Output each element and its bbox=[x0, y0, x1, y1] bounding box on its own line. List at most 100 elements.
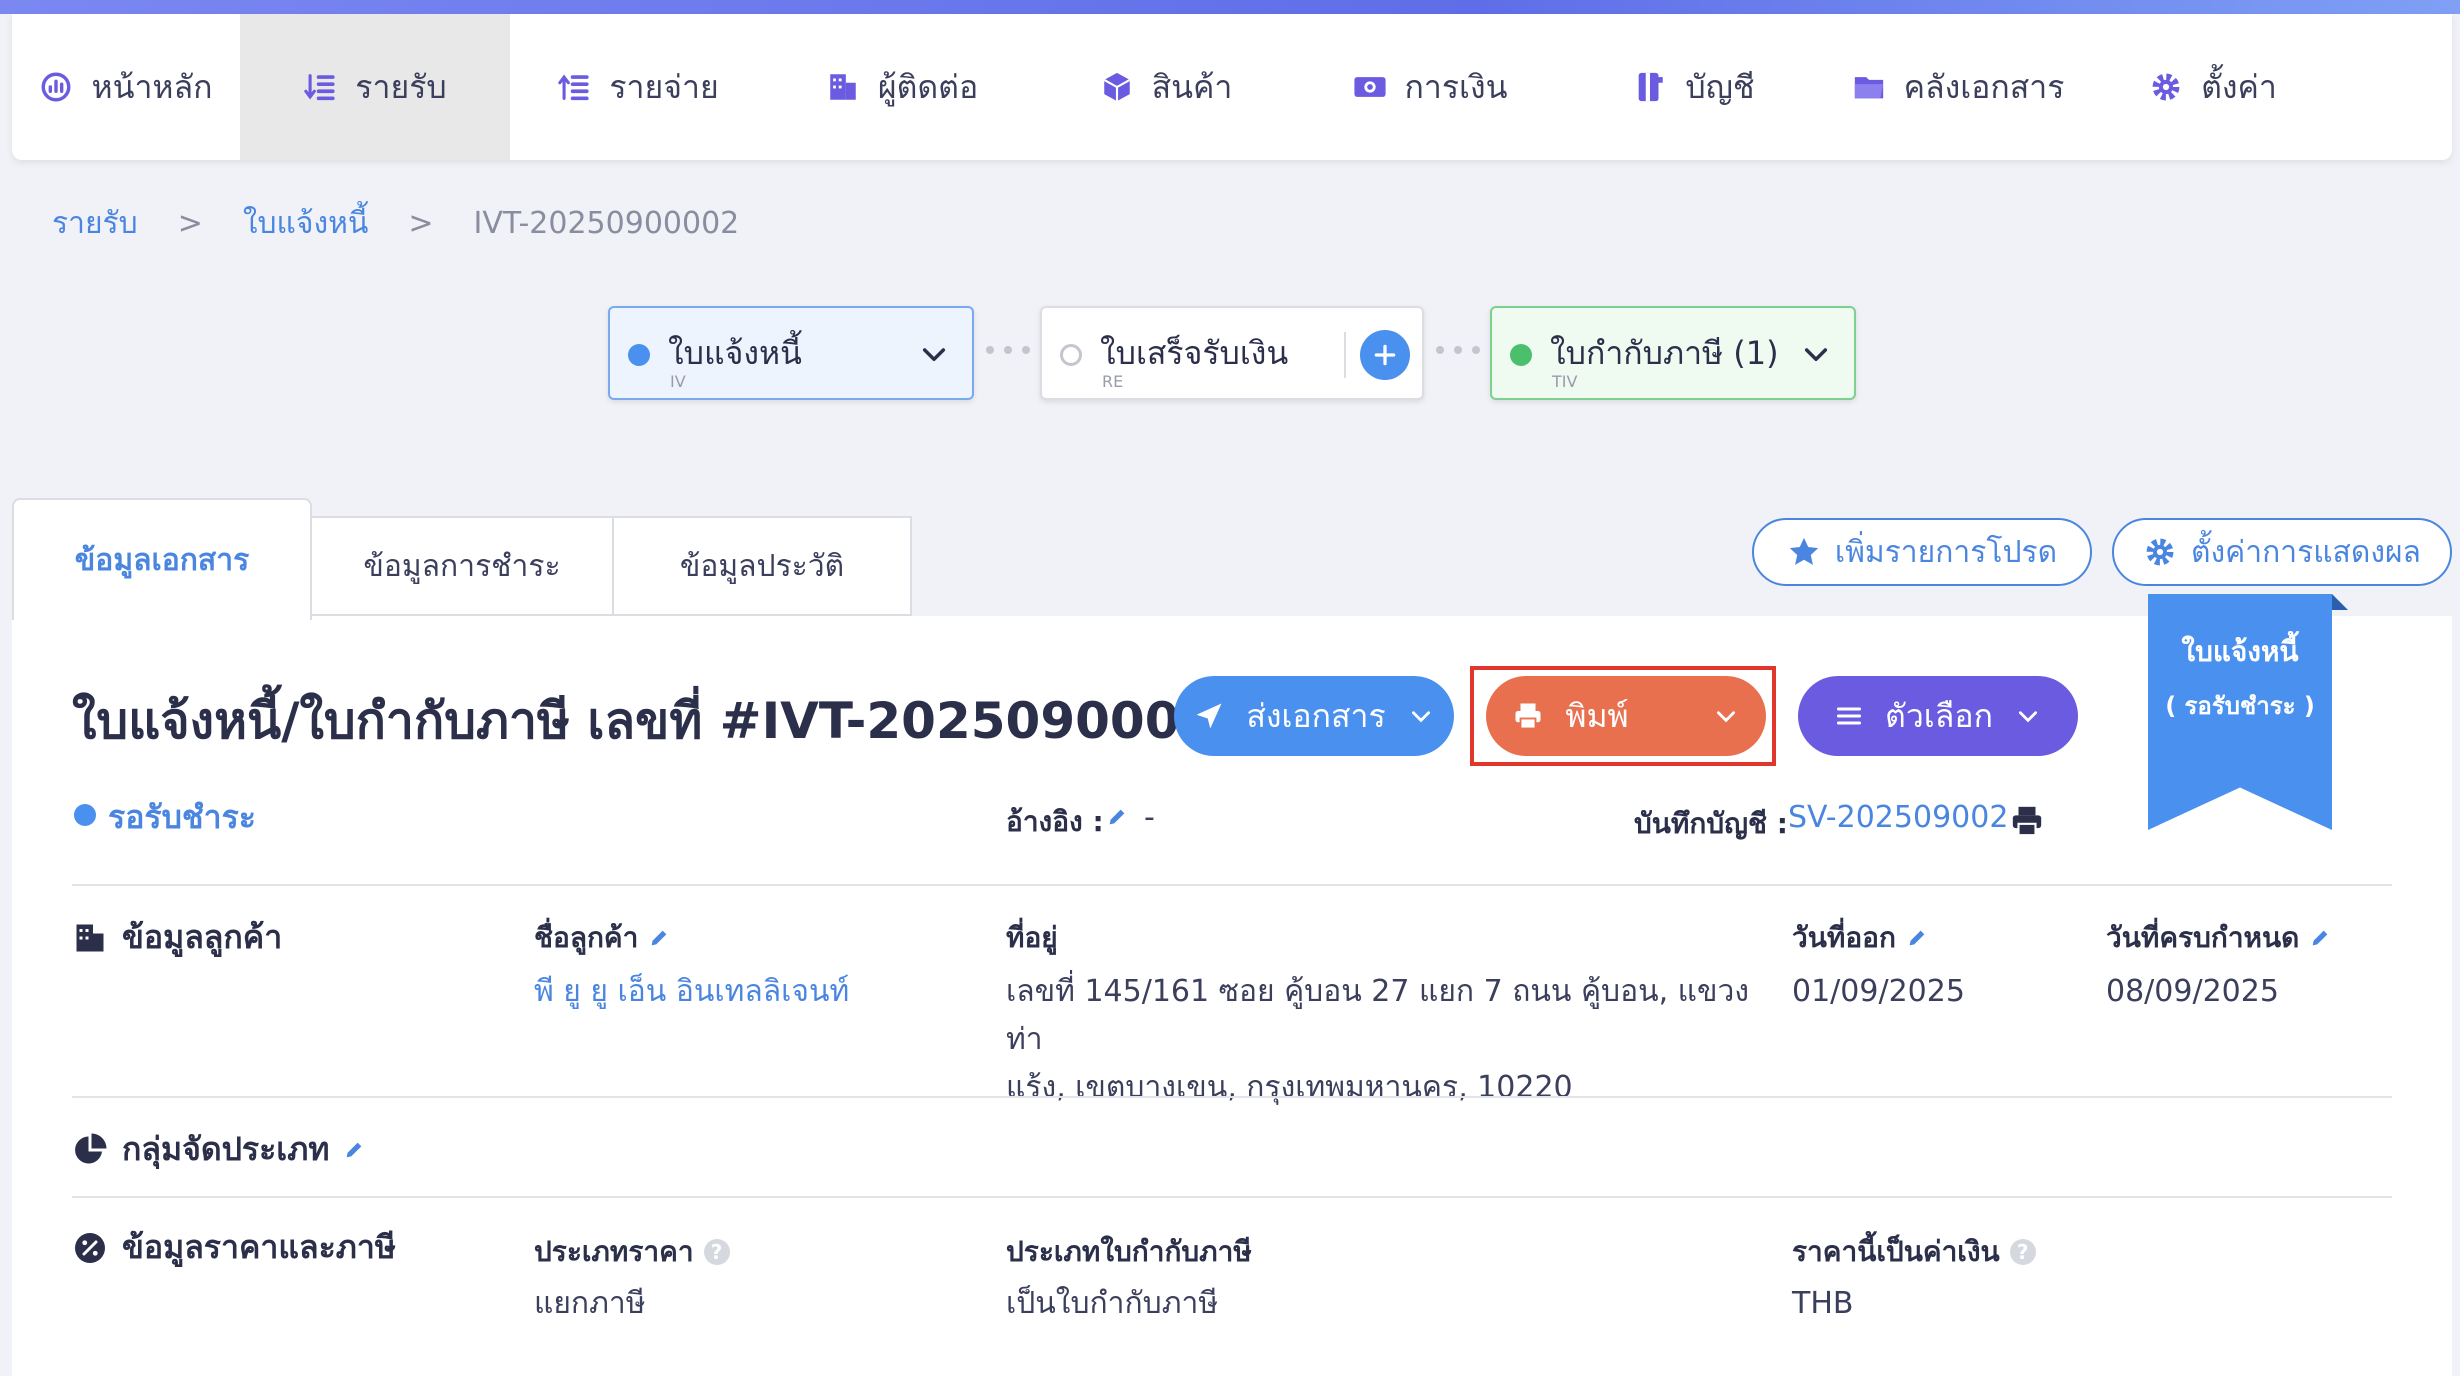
edit-pencil-icon[interactable] bbox=[648, 927, 670, 949]
flow-step-tax-invoice[interactable]: ใบกำกับภาษี (1) TIV bbox=[1490, 306, 1856, 400]
breadcrumb-invoice[interactable]: ใบแจ้งหนี้ bbox=[243, 200, 369, 247]
building-icon bbox=[76, 924, 104, 951]
customer-name-label-text: ชื่อลูกค้า bbox=[534, 921, 639, 954]
step-dot bbox=[1510, 344, 1532, 366]
add-receipt-button[interactable] bbox=[1360, 330, 1410, 380]
customer-name-label: ชื่อลูกค้า bbox=[534, 916, 670, 960]
nav-item-income[interactable]: รายรับ bbox=[240, 14, 510, 160]
ribbon-doc-type: ใบแจ้งหนี้ bbox=[2181, 635, 2299, 668]
flow-connector bbox=[1436, 346, 1480, 354]
currency-value: THB bbox=[1792, 1286, 1854, 1321]
nav-item-accounting[interactable]: บัญชี bbox=[1566, 14, 1822, 160]
tab-document-info[interactable]: ข้อมูลเอกสาร bbox=[12, 498, 312, 620]
journal-link[interactable]: SV-202509002 bbox=[1788, 800, 2008, 835]
due-date-value: 08/09/2025 bbox=[2106, 974, 2279, 1009]
edit-pencil-icon[interactable] bbox=[2309, 927, 2331, 949]
nav-item-finance[interactable]: การเงิน bbox=[1294, 14, 1566, 160]
nav-item-settings[interactable]: ตั้งค่า bbox=[2094, 14, 2332, 160]
tax-invoice-type-value: เป็นใบกำกับภาษี bbox=[1006, 1286, 1219, 1321]
expense-icon bbox=[558, 74, 589, 101]
category-section-title: กลุ่มจัดประเภท bbox=[72, 1124, 365, 1175]
divider bbox=[72, 1096, 2392, 1098]
address-line-2: แร้ง, เขตบางเขน, กรุงเทพมหานคร, 10220 bbox=[1006, 1070, 1573, 1105]
customer-address: เลขที่ 145/161 ซอย คู้บอน 27 แยก 7 ถนน ค… bbox=[1006, 968, 1766, 1112]
price-type-label: ประเภทราคา ? bbox=[534, 1230, 730, 1274]
send-document-button[interactable]: ส่งเอกสาร bbox=[1174, 676, 1454, 756]
breadcrumb-separator: > bbox=[177, 206, 203, 241]
customer-section-label: ข้อมูลลูกค้า bbox=[122, 918, 283, 956]
nav-label-contacts: ผู้ติดต่อ bbox=[877, 67, 979, 106]
divider bbox=[72, 1196, 2392, 1198]
price-type-value: แยกภาษี bbox=[534, 1286, 646, 1321]
send-document-label: ส่งเอกสาร bbox=[1246, 696, 1386, 735]
tab-payment-info[interactable]: ข้อมูลการชำระ bbox=[310, 516, 614, 616]
breadcrumb-separator: > bbox=[408, 206, 434, 241]
edit-pencil-icon[interactable] bbox=[1906, 927, 1928, 949]
pricing-section-label: ข้อมูลราคาและภาษี bbox=[122, 1228, 396, 1266]
chevron-down-icon[interactable] bbox=[918, 338, 950, 370]
address-label-text: ที่อยู่ bbox=[1006, 921, 1058, 954]
due-date-label: วันที่ครบกำหนด bbox=[2106, 916, 2331, 960]
chevron-down-icon bbox=[1411, 711, 1430, 723]
pricing-section-title: ข้อมูลราคาและภาษี bbox=[72, 1222, 396, 1273]
gear-icon bbox=[2152, 73, 2180, 101]
flow-step-receipt[interactable]: ใบเสร็จรับเงิน RE bbox=[1040, 306, 1424, 400]
breadcrumb-current: IVT-20250900002 bbox=[473, 206, 740, 241]
address-label: ที่อยู่ bbox=[1006, 916, 1058, 960]
contacts-icon bbox=[830, 74, 856, 100]
edit-pencil-icon[interactable] bbox=[343, 1139, 365, 1161]
nav-item-home[interactable]: หน้าหลัก bbox=[12, 14, 240, 160]
printer-icon[interactable] bbox=[2010, 804, 2044, 838]
nav-item-contacts[interactable]: ผู้ติดต่อ bbox=[766, 14, 1038, 160]
plus-icon bbox=[1374, 344, 1396, 366]
chevron-down-icon bbox=[2018, 711, 2037, 723]
document-status: รอรับชำระ bbox=[108, 798, 256, 836]
issue-date-label-text: วันที่ออก bbox=[1792, 921, 1896, 954]
currency-label-text: ราคานี้เป็นค่าเงิน bbox=[1792, 1235, 2000, 1268]
chevron-down-icon[interactable] bbox=[1800, 338, 1832, 370]
nav-label-income: รายรับ bbox=[355, 67, 447, 106]
pie-chart-icon bbox=[75, 1133, 107, 1163]
ribbon-fold bbox=[2332, 594, 2348, 610]
issue-date-value: 01/09/2025 bbox=[1792, 974, 1965, 1009]
flow-connector bbox=[986, 346, 1030, 354]
nav-item-expense[interactable]: รายจ่าย bbox=[510, 14, 766, 160]
add-favorite-button[interactable]: เพิ่มรายการโปรด bbox=[1752, 518, 2092, 586]
divider bbox=[1344, 332, 1346, 378]
nav-item-products[interactable]: สินค้า bbox=[1038, 14, 1294, 160]
help-icon[interactable]: ? bbox=[2009, 1239, 2036, 1265]
flow-step-invoice[interactable]: ใบแจ้งหนี้ IV bbox=[608, 306, 974, 400]
star-icon bbox=[1789, 537, 1819, 565]
category-section-label: กลุ่มจัดประเภท bbox=[122, 1130, 330, 1168]
document-title-text: ใบแจ้งหนี้/ใบกำกับภาษี เลขที่ #IVT-20250… bbox=[72, 692, 1250, 750]
status-dot bbox=[74, 804, 96, 826]
nav-item-documents[interactable]: คลังเอกสาร bbox=[1822, 14, 2094, 160]
paper-plane-icon bbox=[1196, 703, 1222, 729]
nav-label-home: หน้าหลัก bbox=[91, 67, 213, 106]
breadcrumb: รายรับ > ใบแจ้งหนี้ > IVT-20250900002 bbox=[52, 200, 739, 247]
customer-name-link[interactable]: พี ยู ยู เอ็น อินเทลลิเจนท์ bbox=[534, 968, 849, 1016]
tax-invoice-type-label-text: ประเภทใบกำกับภาษี bbox=[1006, 1235, 1252, 1268]
customer-section-title: ข้อมูลลูกค้า bbox=[72, 912, 282, 963]
print-highlight-box bbox=[1470, 666, 1776, 766]
money-icon bbox=[1353, 77, 1386, 97]
issue-date-label: วันที่ออก bbox=[1792, 916, 1928, 960]
reference-value: - bbox=[1144, 800, 1155, 835]
help-icon[interactable]: ? bbox=[703, 1239, 730, 1265]
flow-step-receipt-label: ใบเสร็จรับเงิน bbox=[1100, 334, 1289, 372]
edit-pencil-icon[interactable] bbox=[1106, 806, 1128, 828]
nav-label-finance: การเงิน bbox=[1404, 67, 1508, 106]
box-icon bbox=[1103, 72, 1130, 102]
income-icon bbox=[304, 74, 335, 101]
gear-icon bbox=[2146, 538, 2174, 566]
currency-label: ราคานี้เป็นค่าเงิน ? bbox=[1792, 1230, 2036, 1274]
dashboard-icon bbox=[42, 72, 71, 102]
display-settings-button[interactable]: ตั้งค่าการแสดงผล bbox=[2112, 518, 2452, 586]
breadcrumb-income[interactable]: รายรับ bbox=[52, 200, 138, 247]
options-button[interactable]: ตัวเลือก bbox=[1798, 676, 2078, 756]
flow-step-invoice-code: IV bbox=[670, 372, 686, 391]
step-dot bbox=[1060, 344, 1082, 366]
flow-step-invoice-label: ใบแจ้งหนี้ bbox=[668, 334, 802, 372]
tab-history[interactable]: ข้อมูลประวัติ bbox=[612, 516, 912, 616]
divider bbox=[72, 884, 2392, 886]
